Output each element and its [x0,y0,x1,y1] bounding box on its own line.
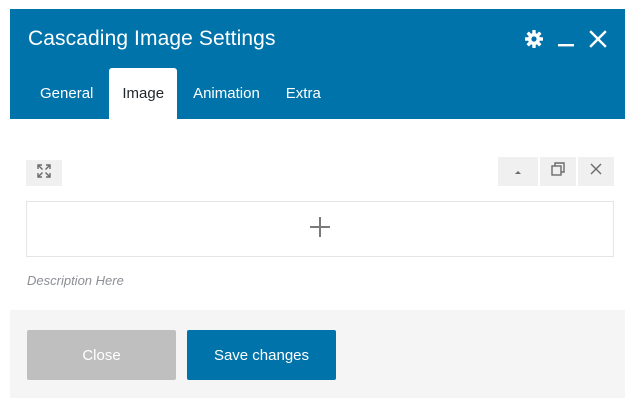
minimize-icon[interactable] [554,27,578,51]
tab-bar: General Image Animation Extra [30,68,337,119]
tab-extra[interactable]: Extra [276,68,331,119]
dialog-header: Cascading Image Settings General Image A… [10,9,625,119]
collapse-button[interactable] [498,157,538,186]
duplicate-button[interactable] [540,157,576,186]
plus-icon [309,216,331,243]
tab-image[interactable]: Image [109,68,178,119]
add-image-button[interactable] [26,201,614,257]
duplicate-icon [550,161,566,182]
description-text: Description Here [27,273,124,288]
close-button[interactable]: Close [27,330,176,380]
save-button[interactable]: Save changes [187,330,336,380]
dialog-footer: Close Save changes [10,310,625,398]
gear-icon[interactable] [522,27,546,51]
dialog-title: Cascading Image Settings [28,27,276,50]
fullscreen-toggle[interactable] [26,160,62,186]
close-icon[interactable] [586,27,610,51]
close-icon [589,162,603,181]
expand-icon [37,163,51,183]
tab-general[interactable]: General [30,68,103,119]
caret-up-icon [513,163,523,181]
header-actions [514,27,610,51]
tab-animation[interactable]: Animation [183,68,270,119]
remove-button[interactable] [578,157,614,186]
element-toolbar [496,157,614,186]
